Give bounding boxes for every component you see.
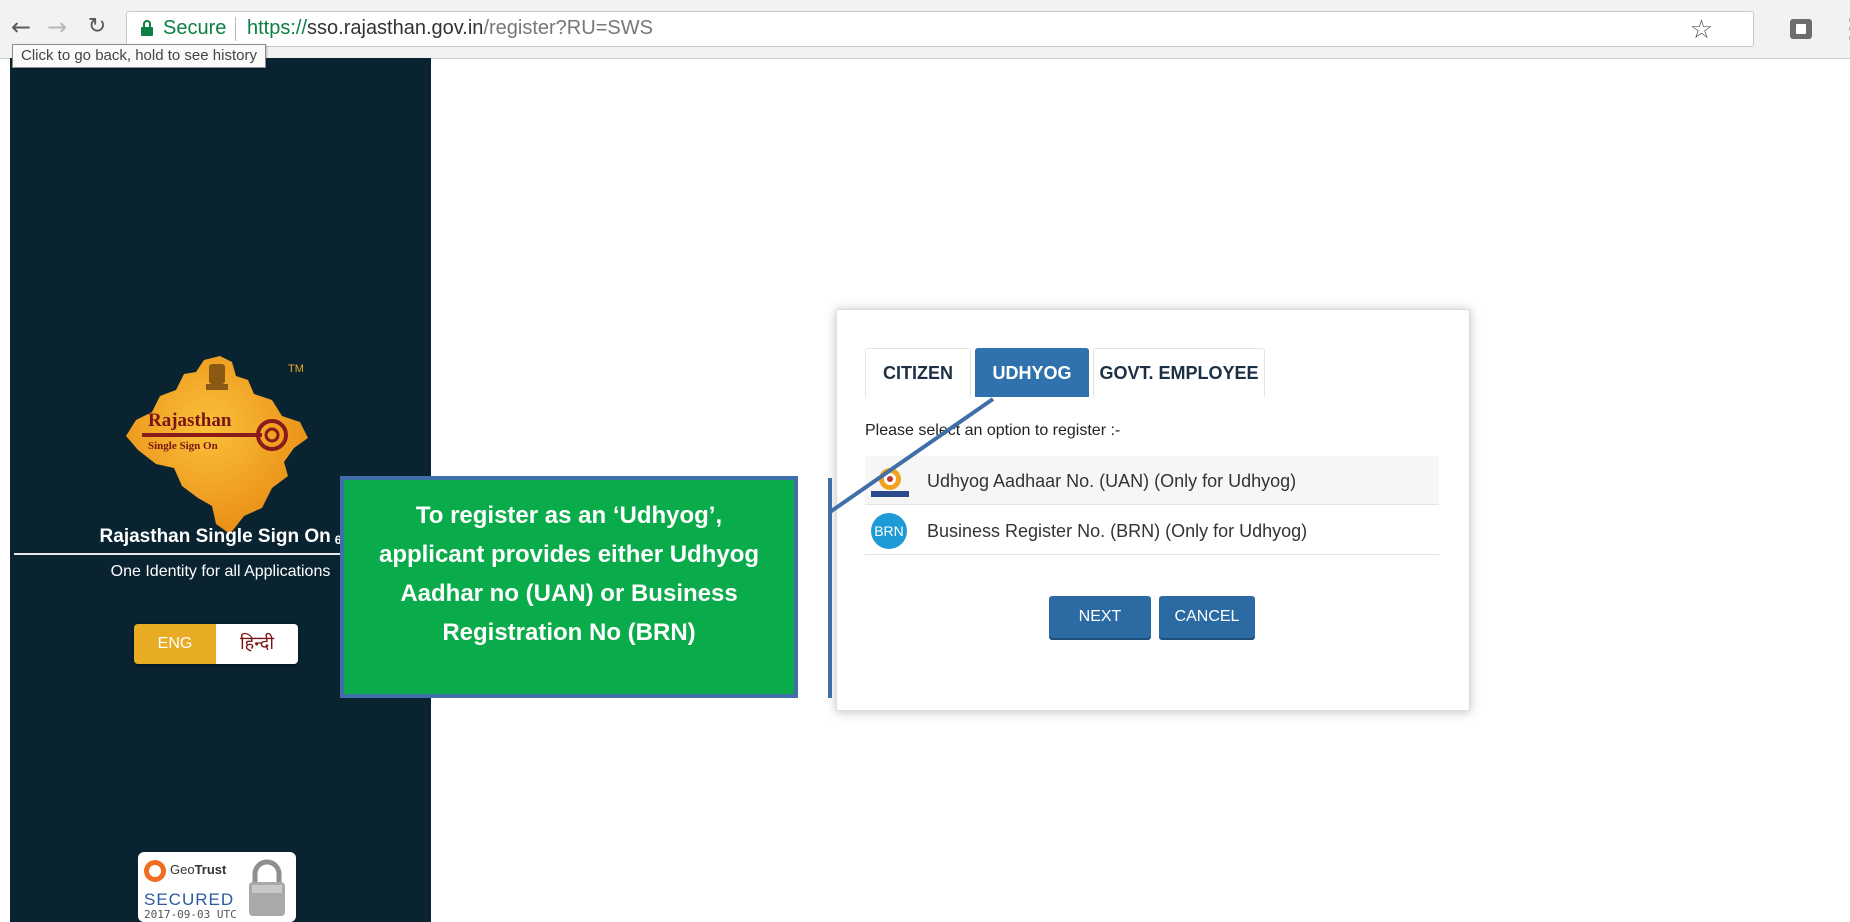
- register-card: CITIZEN UDHYOG GOVT. EMPLOYEE Please sel…: [836, 309, 1470, 711]
- callout-line: To register as an ‘Udhyog’,: [415, 502, 723, 529]
- back-tooltip: Click to go back, hold to see history: [12, 44, 266, 68]
- geotrust-brand: GeoTrust: [170, 862, 226, 877]
- reload-icon[interactable]: ↻: [84, 14, 110, 40]
- tab-govt-employee[interactable]: GOVT. EMPLOYEE: [1093, 348, 1265, 397]
- logo-line2: Single Sign On: [148, 440, 218, 452]
- forward-arrow-icon[interactable]: →: [44, 14, 70, 40]
- register-prompt: Please select an option to register :-: [865, 422, 1121, 439]
- back-arrow-icon[interactable]: ←: [8, 14, 34, 40]
- site-title-text: Rajasthan Single Sign On: [99, 526, 331, 547]
- callout-vertical-bar: [828, 478, 832, 698]
- udhyog-callout: To register as an ‘Udhyog’, applicant pr…: [340, 476, 798, 698]
- cancel-button[interactable]: CANCEL: [1159, 596, 1255, 638]
- brn-icon: BRN: [871, 513, 907, 549]
- url-text: https://sso.rajasthan.gov.in/register?RU…: [247, 17, 653, 40]
- option-uan-label: Udhyog Aadhaar No. (UAN) (Only for Udhyo…: [927, 471, 1297, 491]
- logo-tm: TM: [288, 363, 304, 375]
- uan-logo-icon: [871, 468, 909, 497]
- padlock-icon: [249, 859, 285, 916]
- url-scheme: https://: [247, 17, 308, 39]
- star-icon[interactable]: ☆: [1690, 14, 1713, 45]
- logo-line1: Rajasthan: [148, 410, 232, 431]
- url-separator: [235, 17, 236, 41]
- tab-citizen[interactable]: CITIZEN: [865, 348, 971, 397]
- address-bar[interactable]: Secure https://sso.rajasthan.gov.in/regi…: [126, 11, 1754, 47]
- option-brn-label: Business Register No. (BRN) (Only for Ud…: [927, 521, 1308, 541]
- menu-icon[interactable]: ⋮: [1838, 14, 1850, 44]
- secure-label: Secure: [163, 17, 227, 39]
- geotrust-seal[interactable]: GeoTrust SECURED 2017-09-03 UTC: [138, 852, 296, 922]
- tab-udhyog[interactable]: UDHYOG: [975, 348, 1089, 397]
- next-button[interactable]: NEXT: [1049, 596, 1151, 638]
- geotrust-secured: SECURED: [144, 890, 235, 909]
- browser-toolbar: ← → ↻ Secure https://sso.rajasthan.gov.i…: [0, 0, 1850, 59]
- callout-line: applicant provides either Udhyog: [378, 541, 760, 568]
- geotrust-brand-b: Trust: [194, 862, 227, 877]
- lang-hindi-button[interactable]: हिन्दी: [216, 624, 298, 664]
- callout-line: Aadhar no (UAN) or Business: [400, 580, 738, 607]
- lock-icon: [141, 20, 153, 36]
- geotrust-brand-a: Geo: [170, 862, 195, 877]
- lang-eng-button[interactable]: ENG: [134, 624, 216, 664]
- rajasthan-sso-logo: Rajasthan Single Sign On TM: [126, 356, 308, 534]
- geotrust-logo-icon: [144, 860, 166, 882]
- url-path: /register?RU=SWS: [483, 17, 653, 39]
- option-brn[interactable]: BRN Business Register No. (BRN) (Only fo…: [865, 506, 1439, 555]
- extension-icon[interactable]: [1790, 19, 1812, 39]
- callout-line: Registration No (BRN): [442, 619, 696, 646]
- option-uan[interactable]: Udhyog Aadhaar No. (UAN) (Only for Udhyo…: [865, 456, 1439, 505]
- geotrust-date: 2017-09-03 UTC: [144, 908, 237, 921]
- language-toggle: ENG हिन्दी: [134, 624, 298, 664]
- url-host: sso.rajasthan.gov.in: [307, 17, 484, 39]
